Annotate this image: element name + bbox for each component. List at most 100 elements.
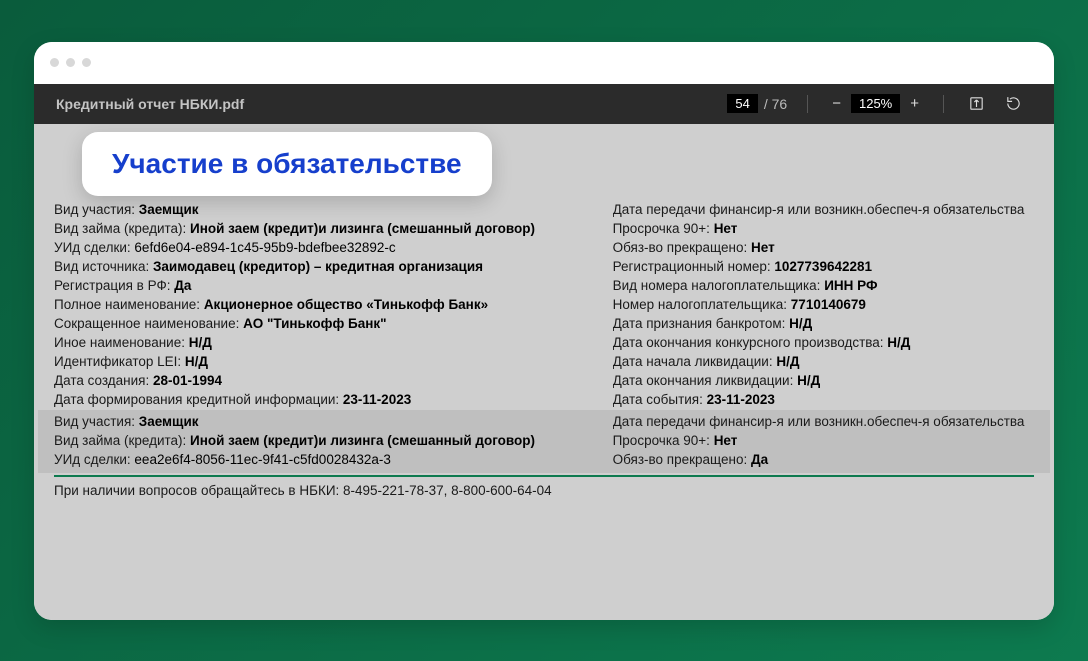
field-label: Дата события: [613,392,707,407]
field-label: Дата создания: [54,373,153,388]
field-row: Сокращенное наименование: АО "Тинькофф Б… [54,314,613,333]
field-label: Вид участия: [54,414,139,429]
field-row: Полное наименование: Акционерное обществ… [54,295,613,314]
field-row: Вид займа (кредита): Иной заем (кредит)и… [54,431,613,450]
field-label: Дата окончания конкурсного производства: [613,335,888,350]
window-titlebar [34,42,1054,84]
field-row: Вид займа (кредита): Иной заем (кредит)и… [54,219,613,238]
field-value: Заимодавец (кредитор) – кредитная органи… [153,259,483,274]
field-row: Номер налогоплательщика: 7710140679 [613,295,1034,314]
field-label: Номер налогоплательщика: [613,297,791,312]
zoom-in-button[interactable]: + [910,95,919,112]
field-value: Иной заем (кредит)и лизинга (смешанный д… [190,433,535,448]
field-value: Нет [714,221,738,236]
field-value: 1027739642281 [774,259,872,274]
field-value: Акционерное общество «Тинькофф Банк» [204,297,488,312]
field-row: Иное наименование: Н/Д [54,333,613,352]
field-label: Дата начала ликвидации: [613,354,777,369]
field-row: Вид участия: Заемщик [54,412,613,431]
field-value: Н/Д [797,373,820,388]
field-row: Дата начала ликвидации: Н/Д [613,352,1034,371]
field-row: Вид номера налогоплательщика: ИНН РФ [613,276,1034,295]
field-row: Идентификатор LEI: Н/Д [54,352,613,371]
field-label: Обяз-во прекращено: [613,240,751,255]
field-label: Дата признания банкротом: [613,316,790,331]
field-row: УИд сделки: 6efd6e04-e894-1c45-95b9-bdef… [54,238,613,257]
field-label: Обяз-во прекращено: [613,452,751,467]
field-row: Просрочка 90+: Нет [613,431,1034,450]
zoom-level[interactable]: 125% [851,94,900,113]
footer-divider [54,475,1034,477]
field-value: АО "Тинькофф Банк" [243,316,386,331]
rotate-button[interactable] [1005,95,1022,112]
field-row: Дата передачи финансир-я или возникн.обе… [613,412,1034,431]
field-value: Иной заем (кредит)и лизинга (смешанный д… [190,221,535,236]
traffic-light-minimize[interactable] [66,58,75,67]
page-separator: / 76 [764,96,787,112]
field-row: Вид источника: Заимодавец (кредитор) – к… [54,257,613,276]
field-value: Н/Д [887,335,910,350]
obligation-block-1: Вид участия: ЗаемщикВид займа (кредита):… [54,200,1034,409]
pdf-toolbar: Кредитный отчет НБКИ.pdf 54 / 76 − 125% … [34,84,1054,124]
pdf-viewport[interactable]: Участие в обязательстве Вид участия: Зае… [34,124,1054,620]
field-row: Обяз-во прекращено: Нет [613,238,1034,257]
section-heading-callout: Участие в обязательстве [82,132,492,196]
field-row: Просрочка 90+: Нет [613,219,1034,238]
zoom-out-button[interactable]: − [832,95,841,112]
field-label: Вид займа (кредита): [54,221,190,236]
field-label: Идентификатор LEI: [54,354,185,369]
fit-page-button[interactable] [968,95,985,112]
field-value: 28-01-1994 [153,373,222,388]
field-row: УИд сделки: eea2e6f4-8056-11ec-9f41-c5fd… [54,450,613,469]
field-row: Регистрация в РФ: Да [54,276,613,295]
field-row: Дата окончания ликвидации: Н/Д [613,371,1034,390]
obligation-block-2: Вид участия: ЗаемщикВид займа (кредита):… [38,410,1050,473]
field-row: Регистрационный номер: 1027739642281 [613,257,1034,276]
rotate-icon [1005,95,1022,112]
field-label: Вид займа (кредита): [54,433,190,448]
field-label: Вид участия: [54,202,139,217]
field-row: Дата формирования кредитной информации: … [54,390,613,409]
field-row: Дата окончания конкурсного производства:… [613,333,1034,352]
field-label: Регистрация в РФ: [54,278,174,293]
field-label: Просрочка 90+: [613,433,714,448]
toolbar-separator [807,95,808,113]
field-label: Дата формирования кредитной информации: [54,392,343,407]
fit-page-icon [968,95,985,112]
field-label: Полное наименование: [54,297,204,312]
field-value: eea2e6f4-8056-11ec-9f41-c5fd0028432a-3 [134,452,390,467]
toolbar-separator [943,95,944,113]
pdf-page: Вид участия: ЗаемщикВид займа (кредита):… [38,192,1050,512]
page-current-input[interactable]: 54 [727,94,757,113]
footer-contact: При наличии вопросов обращайтесь в НБКИ:… [54,481,1034,500]
field-label: Дата окончания ликвидации: [613,373,798,388]
field-row: Дата передачи финансир-я или возникн.обе… [613,200,1034,219]
field-label: УИд сделки: [54,452,134,467]
field-value: 6efd6e04-e894-1c45-95b9-bdefbee32892-c [134,240,395,255]
field-label: Дата передачи финансир-я или возникн.обе… [613,202,1025,217]
field-value: Заемщик [139,414,199,429]
field-value: 23-11-2023 [707,392,775,407]
field-value: Н/Д [789,316,812,331]
field-value: Да [751,452,768,467]
document-title: Кредитный отчет НБКИ.pdf [56,96,244,112]
field-label: Просрочка 90+: [613,221,714,236]
field-value: Н/Д [189,335,212,350]
field-value: Заемщик [139,202,199,217]
field-value: 7710140679 [791,297,866,312]
field-label: Сокращенное наименование: [54,316,243,331]
field-value: Да [174,278,191,293]
field-label: УИд сделки: [54,240,134,255]
field-value: Н/Д [776,354,799,369]
field-value: Нет [751,240,775,255]
field-value: Н/Д [185,354,208,369]
traffic-light-zoom[interactable] [82,58,91,67]
field-value: Нет [714,433,738,448]
field-label: Дата передачи финансир-я или возникн.обе… [613,414,1025,429]
field-label: Вид номера налогоплательщика: [613,278,825,293]
field-value: 23-11-2023 [343,392,411,407]
traffic-light-close[interactable] [50,58,59,67]
field-label: Регистрационный номер: [613,259,775,274]
page-total: 76 [772,96,788,112]
field-row: Вид участия: Заемщик [54,200,613,219]
